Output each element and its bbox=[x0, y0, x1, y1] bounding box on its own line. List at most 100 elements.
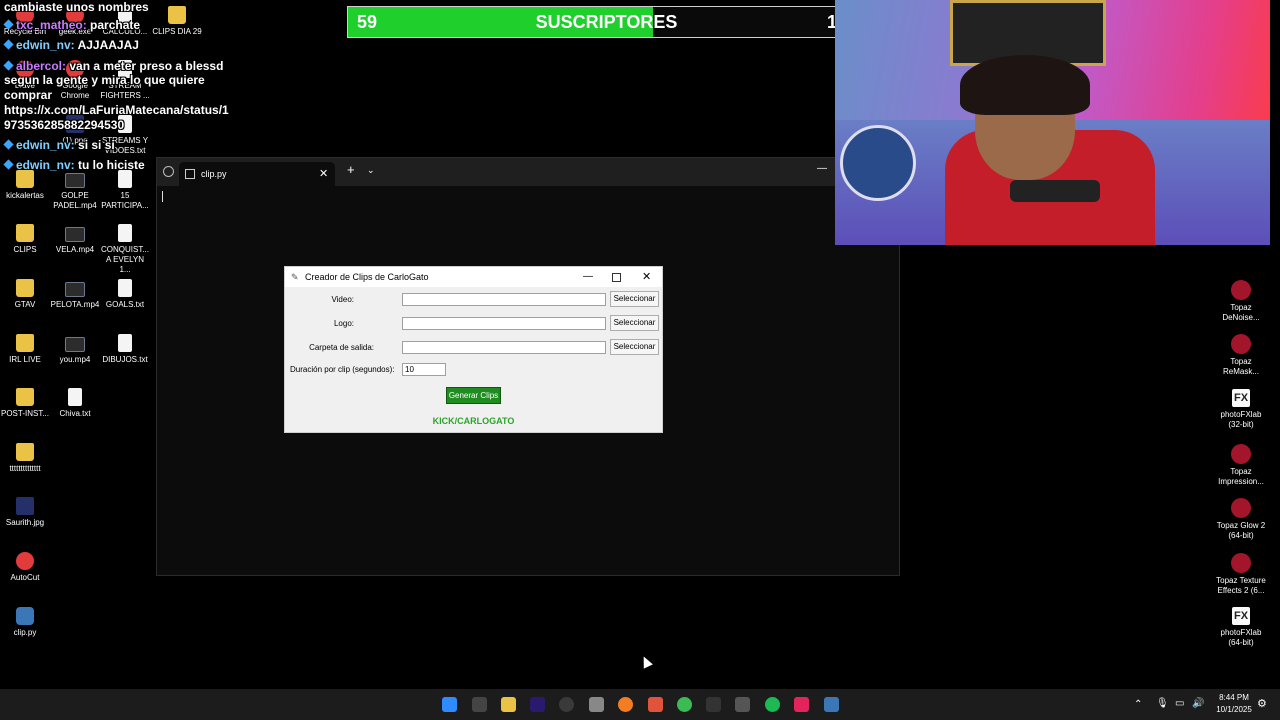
chat-message: segun la gente y mira lo que quiere bbox=[4, 73, 205, 87]
chat-message: si si si bbox=[78, 138, 115, 152]
select-video-button[interactable]: Seleccionar bbox=[610, 291, 659, 307]
new-tab-button[interactable]: + bbox=[347, 162, 355, 177]
desktop-icon-left-9[interactable]: kickalertas bbox=[0, 170, 50, 201]
desktop-icon-left-23[interactable]: tttttttttttttt bbox=[0, 443, 50, 474]
topaz-icon bbox=[1231, 444, 1251, 464]
autocut-icon bbox=[16, 552, 34, 570]
volume-icon[interactable]: 🔊 bbox=[1192, 698, 1204, 709]
obs-icon[interactable] bbox=[559, 697, 574, 712]
clock-time[interactable]: 8:44 PM bbox=[1214, 693, 1254, 702]
desktop-icon-left-3[interactable]: CLIPS DIA 29 bbox=[152, 6, 202, 37]
desktop-icon-label: clip.py bbox=[13, 628, 37, 637]
desktop-icon-label: VELA.mp4 bbox=[55, 245, 95, 254]
clock-date[interactable]: 10/1/2025 bbox=[1214, 705, 1254, 714]
desktop-icon-left-11[interactable]: 15 PARTICIPA... bbox=[100, 170, 150, 211]
folder-icon bbox=[16, 443, 34, 461]
desktop-icon-left-12[interactable]: CLIPS bbox=[0, 224, 50, 255]
chevron-down-icon[interactable]: ⌄ bbox=[367, 165, 375, 176]
video-icon bbox=[65, 227, 85, 242]
duration-input[interactable]: 10 bbox=[402, 363, 446, 376]
network-icon[interactable]: ▭ bbox=[1175, 698, 1184, 709]
subscriber-goal-bar: 59 SUSCRIPTORES 100 bbox=[347, 6, 866, 38]
close-button[interactable]: ✕ bbox=[642, 267, 651, 287]
video-input[interactable] bbox=[402, 293, 606, 306]
microphone bbox=[1010, 180, 1100, 202]
webcam-feed bbox=[835, 0, 1270, 245]
desktop-icon-left-14[interactable]: CONQUIST... A EVELYN 1... bbox=[100, 224, 150, 275]
terminal-tab[interactable]: clip.py ✕ bbox=[179, 162, 335, 186]
capcut-icon[interactable] bbox=[735, 697, 750, 712]
desktop-icon-right-1[interactable]: Topaz ReMask... bbox=[1216, 334, 1266, 377]
desktop-icon-left-10[interactable]: GOLPE PADEL.mp4 bbox=[50, 170, 100, 211]
desktop-icon-label: Topaz Glow 2 (64-bit) bbox=[1216, 521, 1266, 540]
desktop-icon-left-16[interactable]: PELOTA.mp4 bbox=[50, 279, 100, 310]
select-output-folder-button[interactable]: Seleccionar bbox=[610, 339, 659, 355]
chat-badge-icon bbox=[3, 39, 14, 50]
desktop-icon-label: Topaz DeNoise... bbox=[1222, 303, 1260, 322]
desktop-icon-left-15[interactable]: GTAV bbox=[0, 279, 50, 310]
desktop-icon-right-4[interactable]: Topaz Glow 2 (64-bit) bbox=[1216, 498, 1266, 541]
select-logo-button[interactable]: Seleccionar bbox=[610, 315, 659, 331]
minimize-button[interactable]: — bbox=[817, 163, 827, 174]
windows-start-icon[interactable] bbox=[442, 697, 457, 712]
photofxlab-icon: FX bbox=[1232, 607, 1250, 625]
spotify-icon[interactable] bbox=[765, 697, 780, 712]
desktop-icon-label: photoFXlab (64-bit) bbox=[1220, 628, 1262, 647]
terminal-icon[interactable] bbox=[706, 697, 721, 712]
origin-icon[interactable] bbox=[618, 697, 633, 712]
desktop-icon-label: Topaz ReMask... bbox=[1222, 357, 1259, 376]
chrome-icon[interactable] bbox=[677, 697, 692, 712]
desktop-icon-label: kickalertas bbox=[6, 191, 44, 200]
chevron-up-icon[interactable]: ⌃ bbox=[1134, 699, 1142, 710]
desktop-icon-left-22[interactable]: Chiva.txt bbox=[50, 388, 100, 419]
maximize-button[interactable] bbox=[612, 273, 621, 282]
desktop-icon-left-21[interactable]: POST-INST... bbox=[0, 388, 50, 419]
video-icon bbox=[65, 337, 85, 352]
generate-clips-button[interactable]: Generar Clips bbox=[446, 387, 501, 404]
feather-icon: ✎ bbox=[291, 272, 299, 282]
brave-icon[interactable] bbox=[648, 697, 663, 712]
dialog-title-bar: ✎ Creador de Clips de CarloGato — ✕ bbox=[285, 267, 662, 287]
desktop-icon-left-24[interactable]: Saurith.jpg bbox=[0, 497, 50, 528]
desktop-icon-left-19[interactable]: you.mp4 bbox=[50, 334, 100, 365]
desktop-icon-label: GTAV bbox=[14, 300, 36, 309]
desktop-icon-right-6[interactable]: FX photoFXlab (64-bit) bbox=[1216, 607, 1266, 648]
folder-icon bbox=[16, 334, 34, 352]
desktop-icon-label: GOLPE PADEL.mp4 bbox=[53, 191, 97, 210]
tiktok-icon[interactable] bbox=[794, 697, 809, 712]
logo-input[interactable] bbox=[402, 317, 606, 330]
chat-line: txc_matheo: parchate bbox=[3, 18, 140, 32]
microphone-icon[interactable]: 🎙 bbox=[1156, 698, 1169, 709]
desktop-icon-left-17[interactable]: GOALS.txt bbox=[100, 279, 150, 310]
desktop-icon-right-0[interactable]: Topaz DeNoise... bbox=[1216, 280, 1266, 323]
topaz-icon bbox=[1231, 280, 1251, 300]
chat-username: edwin_nv: bbox=[16, 158, 79, 172]
desktop-icon-right-5[interactable]: Topaz Texture Effects 2 (6... bbox=[1216, 553, 1266, 596]
desktop-icon-left-26[interactable]: clip.py bbox=[0, 607, 50, 638]
taskbar: ⌃ 🎙 ▭ 🔊 8:44 PM 10/1/2025 ⚙ bbox=[0, 689, 1280, 720]
minimize-button[interactable]: — bbox=[583, 267, 593, 287]
desktop-icon-right-3[interactable]: Topaz Impression... bbox=[1216, 444, 1266, 487]
desktop-icon-left-18[interactable]: IRL LIVE bbox=[0, 334, 50, 365]
desktop-icon-left-20[interactable]: DIBUJOS.txt bbox=[100, 334, 150, 365]
desktop-icon-left-13[interactable]: VELA.mp4 bbox=[50, 224, 100, 255]
python-icon[interactable] bbox=[824, 697, 839, 712]
file-icon bbox=[118, 334, 132, 352]
premiere-icon[interactable] bbox=[530, 697, 545, 712]
desktop-icon-left-25[interactable]: AutoCut bbox=[0, 552, 50, 583]
app-icon[interactable] bbox=[589, 697, 604, 712]
desktop-icon-label: PELOTA.mp4 bbox=[50, 300, 100, 309]
desktop-icon-label: Chiva.txt bbox=[59, 409, 91, 418]
epic-games-icon[interactable] bbox=[472, 697, 487, 712]
desktop-icon-label: 15 PARTICIPA... bbox=[101, 191, 149, 210]
desktop-icon-label: photoFXlab (32-bit) bbox=[1220, 410, 1262, 429]
folder-icon bbox=[16, 388, 34, 406]
file-explorer-icon[interactable] bbox=[501, 697, 516, 712]
desktop-icon-label: Topaz Texture Effects 2 (6... bbox=[1216, 576, 1266, 595]
output-folder-input[interactable] bbox=[402, 341, 606, 354]
image-icon bbox=[16, 497, 34, 515]
desktop-icon-label: you.mp4 bbox=[59, 355, 91, 364]
desktop-icon-right-2[interactable]: FX photoFXlab (32-bit) bbox=[1216, 389, 1266, 430]
close-tab-icon[interactable]: ✕ bbox=[319, 162, 328, 186]
gear-icon[interactable]: ⚙ bbox=[1257, 697, 1267, 710]
